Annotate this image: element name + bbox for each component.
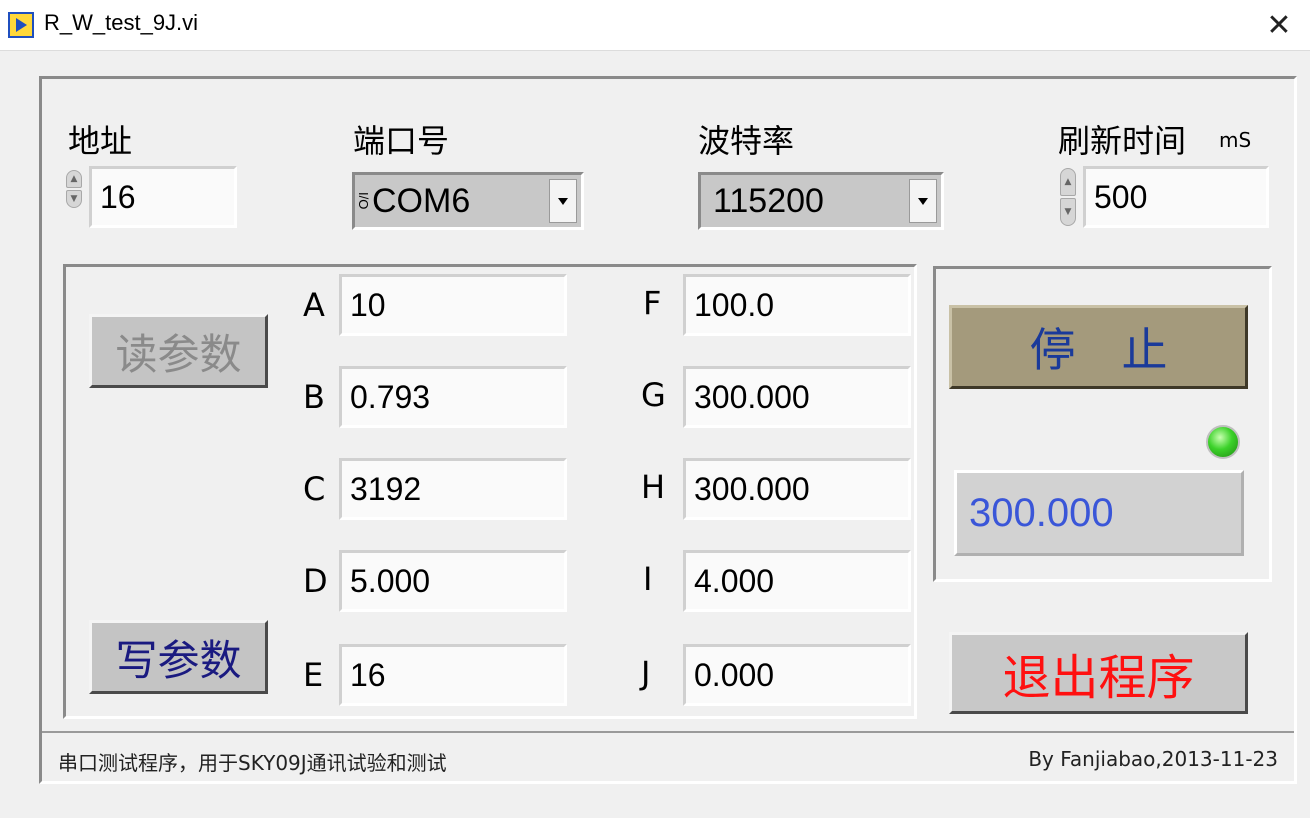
port-select[interactable]: I/O COM6: [352, 172, 584, 230]
title-bar: R_W_test_9J.vi ✕: [0, 0, 1310, 51]
param-field-e[interactable]: 16: [339, 644, 567, 706]
param-field-h[interactable]: 300.000: [683, 458, 911, 520]
param-label-j: J: [641, 654, 651, 692]
exit-program-label: 退出程序: [1002, 650, 1195, 706]
increment-icon[interactable]: ▲: [1060, 168, 1076, 196]
baud-label: 波特率: [698, 122, 795, 160]
param-field-c[interactable]: 3192: [339, 458, 567, 520]
address-label: 地址: [68, 122, 133, 160]
baud-select[interactable]: 115200: [698, 172, 944, 230]
baud-value: 115200: [713, 181, 824, 220]
param-field-g[interactable]: 300.000: [683, 366, 911, 428]
address-spinner[interactable]: ▲ ▼: [66, 166, 82, 212]
refresh-spinner[interactable]: ▲ ▼: [1060, 164, 1076, 230]
status-led-indicator: [1206, 425, 1240, 459]
param-label-i: I: [643, 560, 653, 598]
param-label-h: H: [641, 468, 666, 506]
io-icon: I/O: [356, 192, 371, 210]
param-field-f[interactable]: 100.0: [683, 274, 911, 336]
port-value: COM6: [372, 181, 471, 220]
window-title: R_W_test_9J.vi: [44, 10, 199, 35]
value-indicator: 300.000: [954, 470, 1244, 556]
param-field-i[interactable]: 4.000: [683, 550, 911, 612]
param-field-b[interactable]: 0.793: [339, 366, 567, 428]
dropdown-arrow-icon[interactable]: [549, 179, 577, 223]
increment-icon[interactable]: ▲: [66, 170, 82, 188]
param-label-d: D: [303, 562, 328, 600]
decrement-icon[interactable]: ▼: [1060, 198, 1076, 226]
param-label-e: E: [303, 656, 324, 694]
param-label-b: B: [303, 378, 325, 416]
stop-label: 停 止: [1029, 323, 1168, 377]
read-params-label: 读参数: [115, 329, 242, 379]
param-field-d[interactable]: 5.000: [339, 550, 567, 612]
refresh-label: 刷新时间: [1058, 122, 1187, 160]
write-params-label: 写参数: [115, 635, 242, 685]
write-params-button[interactable]: 写参数: [89, 620, 268, 694]
refresh-unit: mS: [1219, 128, 1252, 152]
param-label-c: C: [303, 470, 326, 508]
param-field-a[interactable]: 10: [339, 274, 567, 336]
address-input[interactable]: 16: [89, 166, 237, 228]
labview-vi-icon: [8, 12, 34, 38]
close-button[interactable]: ✕: [1248, 0, 1310, 50]
param-label-g: G: [641, 376, 666, 414]
refresh-input[interactable]: 500: [1083, 166, 1269, 228]
read-params-button[interactable]: 读参数: [89, 314, 268, 388]
status-bar: 串口测试程序，用于SKY09J通讯试验和测试 By Fanjiabao,2013…: [42, 731, 1294, 783]
port-label: 端口号: [353, 122, 450, 160]
status-description: 串口测试程序，用于SKY09J通讯试验和测试: [58, 751, 447, 775]
status-author: By Fanjiabao,2013-11-23: [1028, 747, 1278, 771]
param-label-a: A: [303, 286, 325, 324]
dropdown-arrow-icon[interactable]: [909, 179, 937, 223]
param-field-j[interactable]: 0.000: [683, 644, 911, 706]
exit-program-button[interactable]: 退出程序: [949, 632, 1248, 714]
param-label-f: F: [643, 284, 662, 322]
stop-button[interactable]: 停 止: [949, 305, 1248, 389]
decrement-icon[interactable]: ▼: [66, 190, 82, 208]
